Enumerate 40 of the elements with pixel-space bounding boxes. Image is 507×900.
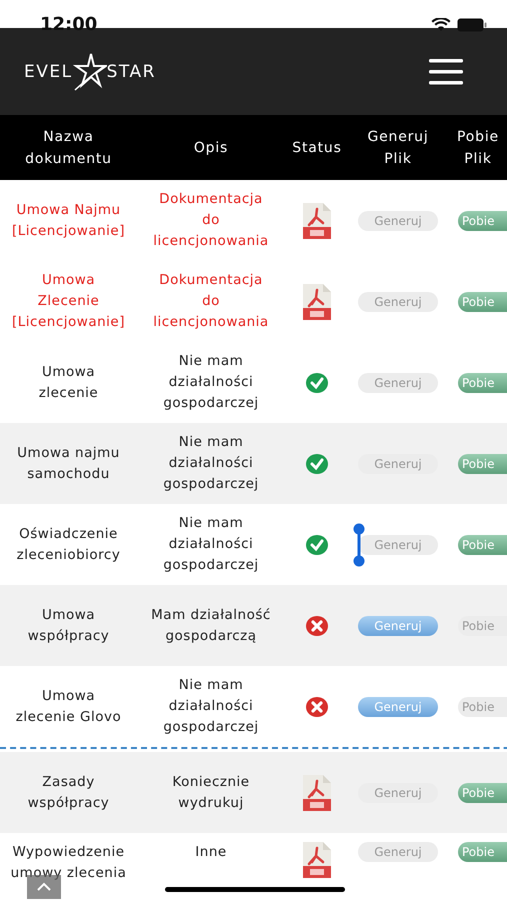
star-icon — [72, 52, 107, 90]
download-button[interactable]: Pobie — [458, 210, 507, 230]
download-button[interactable]: Pobie — [458, 842, 507, 862]
document-description: Nie mam działalności gospodarczej — [162, 676, 260, 737]
document-description: Dokumentacja do licencjonowania — [152, 190, 270, 251]
document-description: Nie mam działalności gospodarczej — [162, 433, 260, 494]
chevron-up-icon — [37, 882, 51, 892]
document-name: Umowa zlecenie Glovo — [14, 686, 122, 726]
download-button[interactable]: Pobie — [458, 782, 507, 802]
download-button[interactable]: Pobie — [458, 454, 507, 474]
document-description: Nie mam działalności gospodarczej — [162, 514, 260, 575]
document-description: Dokumentacja do licencjonowania — [152, 271, 270, 332]
document-description: Nie mam działalności gospodarczej — [162, 352, 260, 413]
document-description: Inne — [195, 843, 227, 862]
download-button[interactable]: Pobie — [458, 372, 507, 392]
document-name: Zasady współpracy — [26, 772, 110, 812]
column-header: Nazwa dokumentu — [24, 128, 113, 168]
logo-text: EVEL — [24, 62, 73, 82]
column-header: Pobie Plik — [456, 128, 500, 168]
column-header: Opis — [194, 138, 228, 158]
document-description: Koniecznie wydrukuj — [171, 772, 251, 812]
menu-icon[interactable] — [429, 58, 463, 86]
generate-button[interactable]: Generuj — [358, 616, 438, 636]
document-name: Umowa najmu samochodu — [16, 444, 121, 484]
document-name: Wypowiedzenie umowy zlecenia — [10, 843, 126, 883]
logo-text: STAR — [106, 62, 156, 82]
download-button[interactable]: Pobie — [458, 292, 507, 312]
document-description: Mam działalność gospodarczą — [150, 606, 272, 646]
battery-icon — [457, 18, 487, 32]
document-name: Umowa zlecenie — [38, 362, 100, 402]
column-header: Generuj Plik — [366, 128, 430, 168]
document-name: Umowa współpracy — [26, 606, 110, 646]
text-selection-handle-icon[interactable] — [352, 522, 366, 566]
column-header: Status — [292, 138, 342, 158]
download-button[interactable]: Pobie — [458, 534, 507, 554]
document-name: Umowa Najmu [Licencjowanie] — [11, 200, 126, 240]
document-name: Oświadczenie zleceniobiorcy — [16, 524, 122, 564]
document-name: Umowa Zlecenie [Licencjowanie] — [11, 271, 126, 332]
wifi-icon — [431, 18, 451, 32]
generate-button[interactable]: Generuj — [358, 696, 438, 716]
